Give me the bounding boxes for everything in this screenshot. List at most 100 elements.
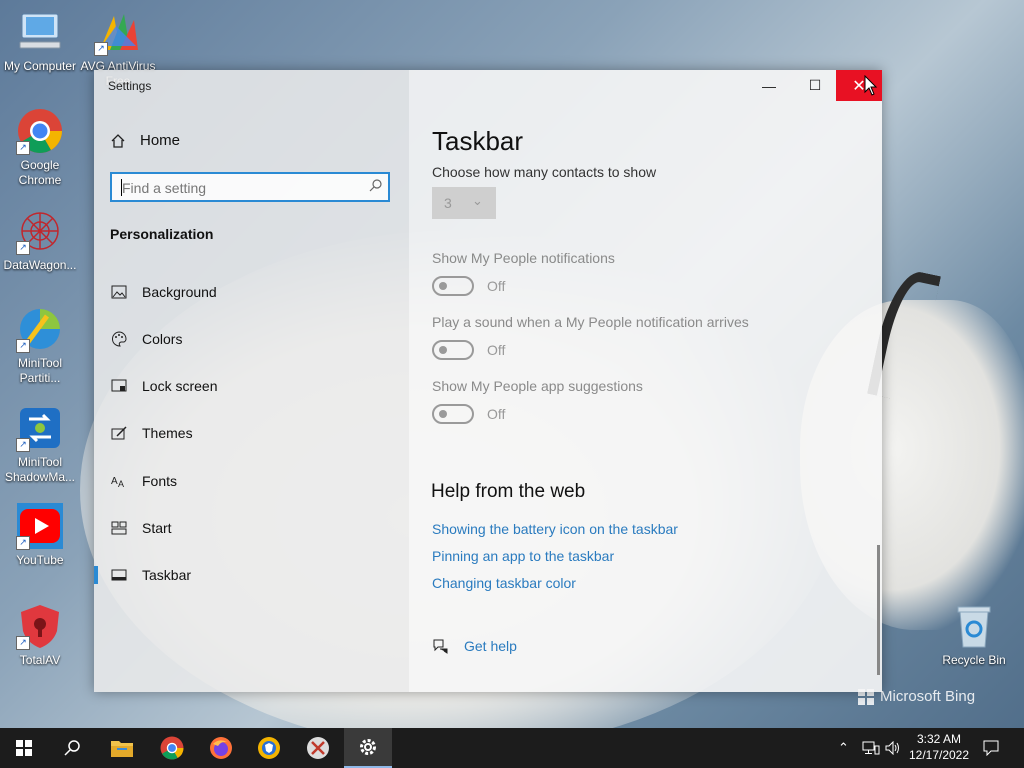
recycle-bin-icon xyxy=(950,602,998,650)
toggle-knob xyxy=(439,410,447,418)
sidebar-item-label: Colors xyxy=(142,331,183,347)
desktop-icon-label: Google Chrome xyxy=(18,158,62,187)
sidebar-item-label: Lock screen xyxy=(142,378,218,394)
clock-time: 3:32 AM xyxy=(916,732,962,746)
get-help-link[interactable]: Get help xyxy=(432,638,517,654)
sidebar-item-start[interactable]: Start xyxy=(94,508,409,548)
contacts-count-dropdown[interactable]: 3 ⌄ xyxy=(432,187,496,219)
taskbar-clock[interactable]: 3:32 AM 12/17/2022 xyxy=(900,731,978,763)
taskbar: ⌃ 3:32 AM 12/17/2022 xyxy=(0,728,1024,768)
secure-browser-icon xyxy=(258,737,280,759)
toggle-label: Play a sound when a My People notificati… xyxy=(432,314,749,330)
tools-app-icon xyxy=(307,737,329,759)
avg-icon: ↗ xyxy=(94,8,142,56)
search-icon xyxy=(369,179,382,195)
taskbar-chrome[interactable] xyxy=(148,728,196,768)
svg-text:A: A xyxy=(118,479,124,488)
toggle-knob xyxy=(439,282,447,290)
chevron-down-icon: ⌄ xyxy=(472,193,483,208)
volume-icon xyxy=(885,741,899,755)
help-link-battery-icon[interactable]: Showing the battery icon on the taskbar xyxy=(432,521,678,537)
minitool-partition-icon: ↗ xyxy=(16,305,64,353)
datawagon-icon: ↗ xyxy=(16,207,64,255)
bing-watermark-text: Microsoft Bing xyxy=(880,688,976,705)
totalav-shield-icon: ↗ xyxy=(16,602,64,650)
start-button[interactable] xyxy=(0,728,48,768)
desktop-icon-label: MiniTool Partiti... xyxy=(17,356,62,385)
taskbar-search-button[interactable] xyxy=(48,728,96,768)
sidebar-item-label: Themes xyxy=(142,425,193,441)
section-heading: Personalization xyxy=(110,226,214,242)
toggle-state: Off xyxy=(487,278,506,294)
desktop-icon-datawagon[interactable]: ↗ DataWagon... xyxy=(0,207,80,273)
fonts-icon: AA xyxy=(110,474,128,488)
network-icon xyxy=(862,741,880,755)
sidebar-item-taskbar[interactable]: Taskbar xyxy=(94,555,409,595)
sidebar-item-fonts[interactable]: AA Fonts xyxy=(94,461,409,501)
sidebar-item-colors[interactable]: Colors xyxy=(94,319,409,359)
start-icon xyxy=(110,521,128,535)
toggle-state: Off xyxy=(487,342,506,358)
shortcut-arrow-icon: ↗ xyxy=(94,42,108,56)
tray-network[interactable] xyxy=(862,728,880,768)
svg-text:A: A xyxy=(111,476,118,487)
lock-screen-icon xyxy=(110,379,128,393)
themes-icon xyxy=(110,426,128,440)
help-link-taskbar-color[interactable]: Changing taskbar color xyxy=(432,575,576,591)
taskbar-file-explorer[interactable] xyxy=(98,728,146,768)
scrollbar[interactable] xyxy=(877,545,880,675)
clock-date: 12/17/2022 xyxy=(908,748,970,762)
search-input[interactable]: Find a setting xyxy=(110,172,390,202)
windows-logo-icon xyxy=(16,740,32,756)
gear-icon xyxy=(360,739,376,755)
shortcut-arrow-icon: ↗ xyxy=(16,141,30,155)
sidebar-item-label: Taskbar xyxy=(142,567,192,583)
my-people-notifications-toggle[interactable] xyxy=(432,276,474,296)
desktop-icon-recycle-bin[interactable]: Recycle Bin xyxy=(934,602,1014,668)
maximize-icon: ☐ xyxy=(808,77,822,93)
desktop-icon-label: YouTube xyxy=(16,553,64,567)
shortcut-arrow-icon: ↗ xyxy=(16,241,30,255)
maximize-button[interactable]: ☐ xyxy=(792,70,838,101)
desktop-icon-youtube[interactable]: ↗ YouTube xyxy=(0,502,80,568)
taskbar-secure-browser[interactable] xyxy=(245,728,293,768)
sidebar-item-lock-screen[interactable]: Lock screen xyxy=(94,366,409,406)
taskbar-app[interactable] xyxy=(294,728,342,768)
sidebar-home[interactable]: Home xyxy=(110,132,180,149)
chrome-icon: ↗ xyxy=(16,107,64,155)
minimize-button[interactable]: — xyxy=(746,70,792,101)
tray-volume[interactable] xyxy=(885,728,901,768)
palette-icon xyxy=(110,331,128,347)
desktop-icon-minitool-shadowmaker[interactable]: ↗ MiniTool ShadowMa... xyxy=(0,404,80,485)
window-title: Settings xyxy=(108,79,152,93)
contacts-label: Choose how many contacts to show xyxy=(432,164,657,180)
tray-chevron[interactable]: ⌃ xyxy=(838,728,849,768)
sidebar-home-label: Home xyxy=(140,132,181,149)
app-suggestions-toggle[interactable] xyxy=(432,404,474,424)
chrome-icon xyxy=(160,736,184,760)
sidebar-item-label: Start xyxy=(142,520,172,536)
sidebar-item-label: Background xyxy=(142,284,217,300)
action-center-button[interactable] xyxy=(983,728,999,768)
desktop-icon-totalav[interactable]: ↗ TotalAV xyxy=(0,602,80,668)
minimize-icon: — xyxy=(762,77,776,94)
taskbar-icon xyxy=(110,569,128,581)
desktop-icon-my-computer[interactable]: My Computer xyxy=(0,8,80,74)
home-icon xyxy=(111,133,125,148)
mouse-cursor xyxy=(864,75,878,96)
desktop-icon-label: Recycle Bin xyxy=(942,653,1006,667)
desktop-icon-google-chrome[interactable]: ↗ Google Chrome xyxy=(0,107,80,188)
youtube-icon: ↗ xyxy=(16,502,64,550)
get-help-label: Get help xyxy=(464,638,517,654)
page-title: Taskbar xyxy=(432,126,524,156)
folder-icon xyxy=(111,741,133,757)
dropdown-value: 3 xyxy=(444,195,452,211)
taskbar-settings[interactable] xyxy=(344,728,392,768)
sidebar-item-background[interactable]: Background xyxy=(94,272,409,312)
taskbar-firefox[interactable] xyxy=(197,728,245,768)
search-placeholder: Find a setting xyxy=(122,180,207,196)
desktop-icon-minitool-partition[interactable]: ↗ MiniTool Partiti... xyxy=(0,305,80,386)
help-link-pin-app[interactable]: Pinning an app to the taskbar xyxy=(432,548,614,564)
notification-sound-toggle[interactable] xyxy=(432,340,474,360)
sidebar-item-themes[interactable]: Themes xyxy=(94,413,409,453)
